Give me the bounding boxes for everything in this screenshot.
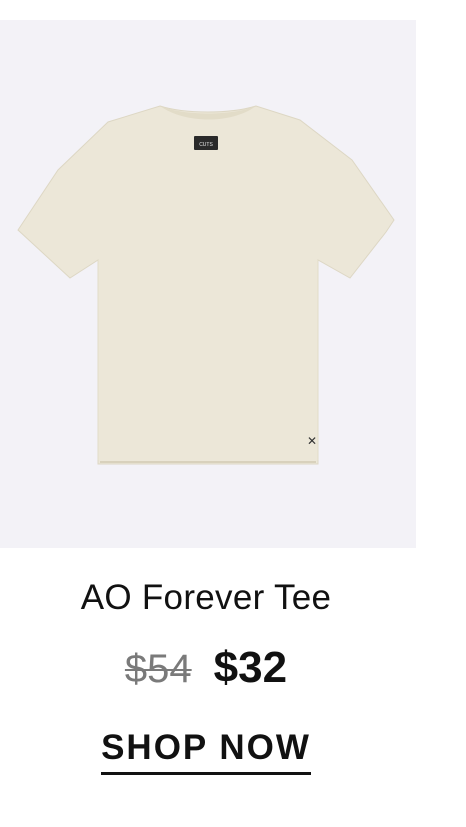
original-price: $54 [124,647,192,691]
neck-label-text: CUTS [199,142,213,148]
cta-wrap: SHOP NOW [0,728,412,775]
sale-price: $32 [213,643,288,692]
tshirt-illustration: CUTS [17,105,395,465]
product-image[interactable]: CUTS ✕ [0,20,416,548]
price-row: $54 $32 [0,643,412,693]
x-mark-icon: ✕ [307,434,318,448]
product-title[interactable]: AO Forever Tee [0,576,412,620]
shop-now-button[interactable]: SHOP NOW [101,728,311,775]
product-card[interactable]: CUTS ✕ AO Forever Tee $54 $32 SHOP NOW [0,0,466,827]
